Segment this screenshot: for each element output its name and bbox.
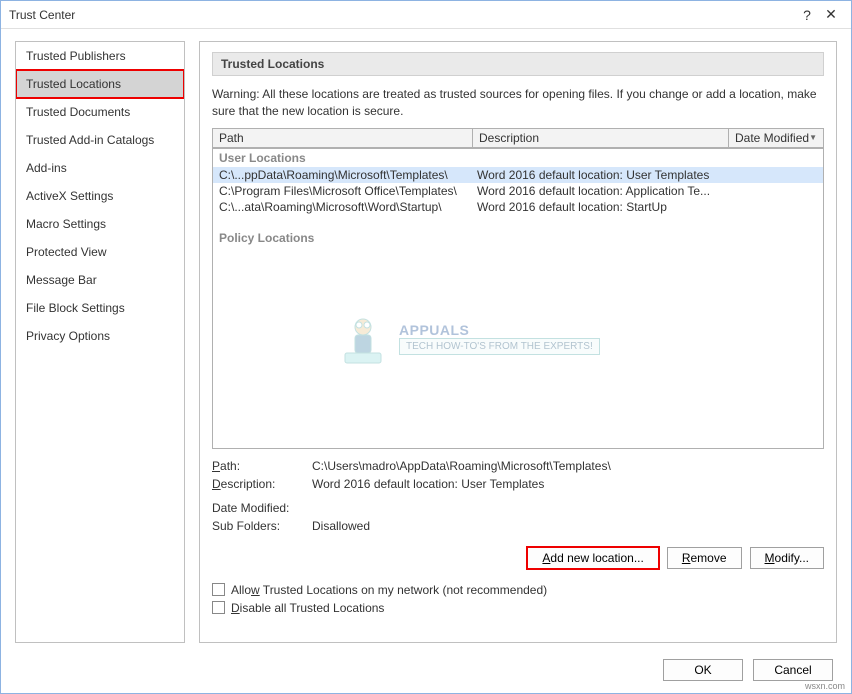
detail-description-label: Description:	[212, 477, 312, 491]
detail-path-label: Path:	[212, 459, 312, 473]
cell-description: Word 2016 default location: User Templat…	[477, 168, 817, 182]
close-button[interactable]: ✕	[819, 6, 843, 23]
watermark-tag: TECH HOW-TO'S FROM THE EXPERTS!	[399, 338, 600, 355]
attribution: wsxn.com	[805, 681, 845, 691]
allow-network-row: Allow Trusted Locations on my network (n…	[212, 583, 824, 597]
allow-network-checkbox[interactable]	[212, 583, 225, 596]
sidebar-item-message-bar[interactable]: Message Bar	[16, 266, 184, 294]
ok-button[interactable]: OK	[663, 659, 743, 681]
disable-all-row: Disable all Trusted Locations	[212, 601, 824, 615]
chevron-down-icon: ▼	[809, 133, 817, 142]
watermark-brand: APPUALS	[399, 322, 600, 338]
sidebar-item-activex-settings[interactable]: ActiveX Settings	[16, 182, 184, 210]
locations-list: User Locations C:\...ppData\Roaming\Micr…	[212, 149, 824, 449]
disable-all-label: Disable all Trusted Locations	[231, 601, 384, 615]
cell-description: Word 2016 default location: Application …	[477, 184, 817, 198]
dialog-title: Trust Center	[9, 8, 795, 22]
location-buttons: Add new location... Remove Modify...	[212, 547, 824, 569]
main-panel: Trusted Locations Warning: All these loc…	[199, 41, 837, 643]
table-row[interactable]: C:\...ata\Roaming\Microsoft\Word\Startup…	[213, 199, 823, 215]
sidebar-item-trusted-addin-catalogs[interactable]: Trusted Add-in Catalogs	[16, 126, 184, 154]
sidebar-item-macro-settings[interactable]: Macro Settings	[16, 210, 184, 238]
table-row[interactable]: C:\...ppData\Roaming\Microsoft\Templates…	[213, 167, 823, 183]
cell-path: C:\...ata\Roaming\Microsoft\Word\Startup…	[219, 200, 477, 214]
detail-date-label: Date Modified:	[212, 501, 312, 515]
table-row[interactable]: C:\Program Files\Microsoft Office\Templa…	[213, 183, 823, 199]
sidebar: Trusted Publishers Trusted Locations Tru…	[15, 41, 185, 643]
sidebar-item-file-block-settings[interactable]: File Block Settings	[16, 294, 184, 322]
col-header-path[interactable]: Path	[213, 129, 473, 147]
details-panel: Path: C:\Users\madro\AppData\Roaming\Mic…	[212, 459, 824, 537]
section-header: Trusted Locations	[212, 52, 824, 76]
group-policy-locations: Policy Locations	[213, 229, 823, 247]
sidebar-item-trusted-locations[interactable]: Trusted Locations	[16, 70, 184, 98]
table-header: Path Description Date Modified ▼	[213, 129, 823, 148]
col-header-description[interactable]: Description	[473, 129, 729, 147]
help-button[interactable]: ?	[795, 7, 819, 23]
sidebar-item-trusted-publishers[interactable]: Trusted Publishers	[16, 42, 184, 70]
titlebar: Trust Center ? ✕	[1, 1, 851, 29]
mascot-icon	[333, 309, 393, 369]
cancel-button[interactable]: Cancel	[753, 659, 833, 681]
trust-center-dialog: Trust Center ? ✕ Trusted Publishers Trus…	[0, 0, 852, 694]
cell-path: C:\Program Files\Microsoft Office\Templa…	[219, 184, 477, 198]
col-header-date-modified[interactable]: Date Modified ▼	[729, 129, 823, 147]
allow-network-label: Allow Trusted Locations on my network (n…	[231, 583, 547, 597]
warning-text: Warning: All these locations are treated…	[212, 86, 824, 120]
modify-button[interactable]: Modify...	[750, 547, 824, 569]
sidebar-item-privacy-options[interactable]: Privacy Options	[16, 322, 184, 350]
sidebar-item-protected-view[interactable]: Protected View	[16, 238, 184, 266]
detail-subfolders-value: Disallowed	[312, 519, 370, 533]
sidebar-item-add-ins[interactable]: Add-ins	[16, 154, 184, 182]
disable-all-checkbox[interactable]	[212, 601, 225, 614]
sidebar-item-trusted-documents[interactable]: Trusted Documents	[16, 98, 184, 126]
group-user-locations: User Locations	[213, 149, 823, 167]
locations-table: Path Description Date Modified ▼	[212, 128, 824, 149]
col-header-date-label: Date Modified	[735, 131, 809, 145]
detail-path-value: C:\Users\madro\AppData\Roaming\Microsoft…	[312, 459, 611, 473]
content-area: Trusted Publishers Trusted Locations Tru…	[15, 41, 837, 643]
detail-description-value: Word 2016 default location: User Templat…	[312, 477, 544, 491]
watermark: APPUALS TECH HOW-TO'S FROM THE EXPERTS!	[333, 309, 600, 369]
detail-subfolders-label: Sub Folders:	[212, 519, 312, 533]
cell-path: C:\...ppData\Roaming\Microsoft\Templates…	[219, 168, 477, 182]
remove-button[interactable]: Remove	[667, 547, 742, 569]
add-new-location-button[interactable]: Add new location...	[527, 547, 658, 569]
dialog-footer: OK Cancel	[663, 659, 833, 681]
cell-description: Word 2016 default location: StartUp	[477, 200, 817, 214]
